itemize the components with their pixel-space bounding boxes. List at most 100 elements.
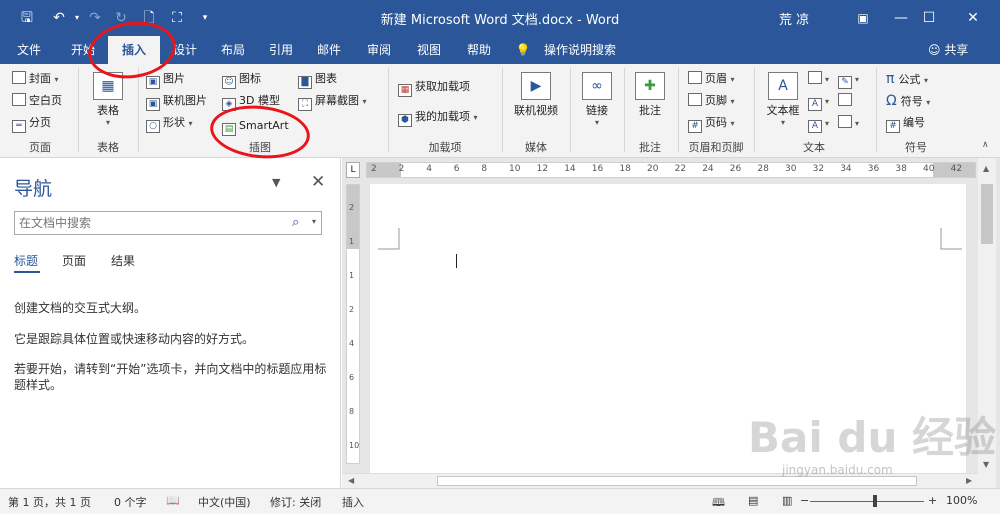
object-icon xyxy=(838,115,852,128)
cover-page-button[interactable]: 封面 ▾ xyxy=(12,69,59,89)
group-divider xyxy=(876,68,877,152)
blank-page-icon xyxy=(12,93,26,106)
baidu-watermark-url: jingyan.baidu.com xyxy=(782,463,893,477)
tab-selector-icon[interactable]: L xyxy=(346,162,360,178)
date-time-button[interactable] xyxy=(838,91,855,111)
wordart-button[interactable]: A ▾ xyxy=(808,91,829,111)
maximize-icon[interactable]: ☐ xyxy=(914,6,944,30)
tab-help[interactable]: 帮助 xyxy=(458,36,500,64)
my-addins-button[interactable]: ⬢ 我的加载项 ▾ xyxy=(398,107,478,127)
footer-button[interactable]: 页脚 ▾ xyxy=(688,91,735,111)
screenshot-icon: ⛶ xyxy=(298,98,312,111)
online-video-button[interactable]: ▶ 联机视频 xyxy=(508,72,564,118)
chevron-down-icon: ▾ xyxy=(188,119,193,128)
zoom-in-icon[interactable]: + xyxy=(928,494,937,507)
vertical-ruler[interactable]: 2 1 1 2 4 6 8 10 xyxy=(346,184,360,464)
links-button[interactable]: ∞ 链接 ▾ xyxy=(576,72,618,127)
group-label-media: 媒体 xyxy=(525,141,547,154)
read-mode-icon[interactable]: 🕮 xyxy=(712,494,725,513)
language-indicator[interactable]: 中文(中国) xyxy=(198,494,251,510)
close-icon[interactable]: ✕ xyxy=(311,172,325,192)
scroll-left-icon[interactable]: ◀ xyxy=(348,476,354,485)
group-divider xyxy=(388,68,389,152)
numbering-button[interactable]: # 编号 xyxy=(886,113,925,133)
zoom-out-icon[interactable]: − xyxy=(800,494,809,507)
equation-button[interactable]: π 公式 ▾ xyxy=(886,69,928,89)
scroll-thumb[interactable] xyxy=(437,476,917,486)
close-icon[interactable]: ✕ xyxy=(958,6,988,30)
tab-review[interactable]: 审阅 xyxy=(358,36,400,64)
share-button[interactable]: ☺ 共享 xyxy=(928,36,968,64)
blank-page-button[interactable]: 空白页 xyxy=(12,91,62,111)
insert-mode[interactable]: 插入 xyxy=(342,494,364,510)
print-layout-icon[interactable]: ▤ xyxy=(748,494,758,507)
online-pictures-button[interactable]: ▣ 联机图片 xyxy=(146,91,207,111)
table-button[interactable]: ▦ 表格 ▾ xyxy=(86,72,130,127)
proofing-icon[interactable]: 📖 xyxy=(166,494,180,507)
scroll-up-icon[interactable]: ▲ xyxy=(983,164,989,173)
quick-parts-button[interactable]: ▾ xyxy=(808,69,829,89)
signature-line-button[interactable]: ✎ ▾ xyxy=(838,69,859,89)
zoom-percent[interactable]: 100% xyxy=(946,494,977,507)
ruler-tick-label: 1 xyxy=(349,237,355,246)
shapes-button[interactable]: ○ 形状 ▾ xyxy=(146,113,193,133)
nav-tab-results[interactable]: 结果 xyxy=(111,252,135,269)
page-break-button[interactable]: ═ 分页 xyxy=(12,113,51,133)
textbox-button[interactable]: A 文本框 ▾ xyxy=(762,72,804,127)
symbol-button[interactable]: Ω 符号 ▾ xyxy=(886,91,930,111)
group-label-header-footer: 页眉和页脚 xyxy=(688,141,744,154)
page-number-icon: # xyxy=(688,120,702,133)
minimize-icon[interactable]: — xyxy=(886,6,916,30)
addin-icon: ⬢ xyxy=(398,114,412,127)
chart-button[interactable]: ▇ 图表 xyxy=(298,69,337,89)
status-bar: 第 1 页，共 1 页 0 个字 📖 中文(中国) 修订: 关闭 插入 🕮 ▤ … xyxy=(0,488,1000,514)
screenshot-button[interactable]: ⛶ 屏幕截图 ▾ xyxy=(298,91,367,111)
chevron-down-icon: ▾ xyxy=(780,118,785,127)
ribbon-display-icon[interactable]: ▣ xyxy=(848,6,878,30)
track-changes-status[interactable]: 修订: 关闭 xyxy=(270,494,321,510)
tell-me-search[interactable]: 操作说明搜索 xyxy=(538,36,622,64)
horizontal-ruler[interactable]: 2 2 4 6 8 10 12 14 16 18 20 22 24 26 28 30 32 34 36 38 40 42 xyxy=(366,162,976,178)
ruler-tick-label: 4 xyxy=(349,339,355,348)
ruler-tick-label: 36 xyxy=(867,164,880,174)
tab-view[interactable]: 视图 xyxy=(408,36,450,64)
get-addins-button[interactable]: ▦ 获取加载项 xyxy=(398,77,470,97)
ruler-tick-label: 10 xyxy=(509,164,521,174)
web-layout-icon[interactable]: ▥ xyxy=(782,494,792,507)
group-divider xyxy=(624,68,625,152)
tab-references[interactable]: 引用 xyxy=(260,36,302,64)
group-label-symbols: 符号 xyxy=(905,141,927,154)
nav-tab-headings[interactable]: 标题 xyxy=(14,252,38,269)
collapse-ribbon-icon[interactable]: ∧ xyxy=(982,140,989,150)
shapes-icon: ○ xyxy=(146,120,160,133)
crop-mark-top-right xyxy=(940,228,962,250)
nav-title: 导航 xyxy=(14,178,53,200)
link-icon: ∞ xyxy=(582,72,612,100)
online-picture-icon: ▣ xyxy=(146,98,160,111)
tab-mailings[interactable]: 邮件 xyxy=(308,36,350,64)
page-count[interactable]: 第 1 页，共 1 页 xyxy=(8,494,91,510)
object-button[interactable]: ▾ xyxy=(838,113,859,133)
ruler-tick-label: 24 xyxy=(702,164,714,174)
nav-tab-pages[interactable]: 页面 xyxy=(62,252,86,269)
word-count[interactable]: 0 个字 xyxy=(114,494,147,510)
scroll-thumb[interactable] xyxy=(981,184,993,244)
tab-file[interactable]: 文件 xyxy=(6,36,52,64)
comment-button[interactable]: ✚ 批注 xyxy=(630,72,670,118)
nav-search-input[interactable] xyxy=(14,211,322,235)
chevron-down-icon[interactable]: ▾ xyxy=(312,217,316,226)
zoom-slider-thumb[interactable] xyxy=(873,495,878,507)
ruler-tick-label: 10 xyxy=(349,441,360,450)
active-tab-underline xyxy=(14,271,40,273)
user-name[interactable]: 荒 凉 xyxy=(779,9,809,28)
chevron-down-icon: ▾ xyxy=(825,75,830,84)
header-button[interactable]: 页眉 ▾ xyxy=(688,69,735,89)
zoom-slider[interactable] xyxy=(810,501,924,502)
search-icon[interactable]: ⌕ xyxy=(292,215,299,230)
tab-layout[interactable]: 布局 xyxy=(212,36,254,64)
drop-cap-button[interactable]: A ▾ xyxy=(808,113,829,133)
scroll-right-icon[interactable]: ▶ xyxy=(966,476,972,485)
icons-button[interactable]: ☺ 图标 xyxy=(222,69,261,89)
page-number-button[interactable]: # 页码 ▾ xyxy=(688,113,735,133)
nav-options-icon[interactable]: ▼ xyxy=(272,176,280,189)
